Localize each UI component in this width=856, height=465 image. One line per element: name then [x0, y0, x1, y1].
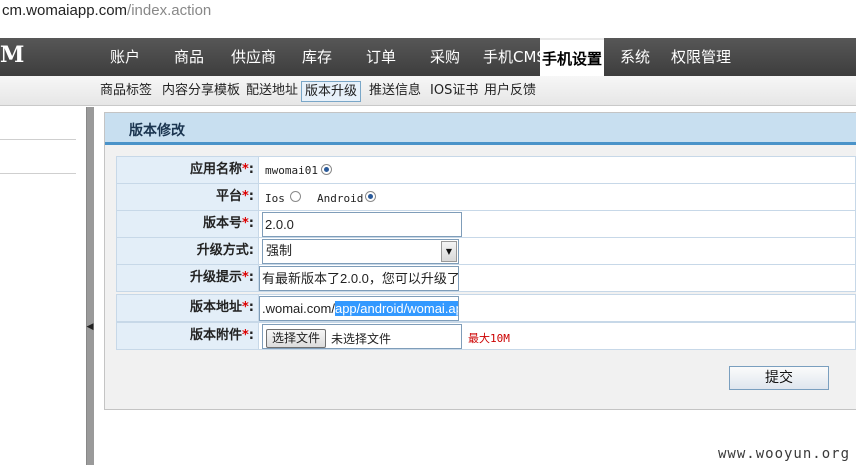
version-input[interactable]: 2.0.0 — [262, 212, 462, 237]
form-row-upgrade-tip: 升级提示*: 有最新版本了2.0.0，您可以升级了 — [116, 264, 856, 292]
top-nav: M 账户 商品 供应商 库存 订单 采购 手机CMS 手机设置 系统 权限管理 — [0, 38, 856, 76]
version-url-selected-text: app/android/womai.apk — [334, 301, 458, 316]
platform-label: 平台*: — [116, 183, 259, 211]
platform-cell: Ios Android — [259, 183, 856, 211]
sub-nav-version-upgrade[interactable]: 版本升级 — [301, 81, 362, 102]
sub-nav: 商品标签 内容分享模板 配送地址 版本升级 推送信息 IOS证书 用户反馈 — [0, 76, 856, 106]
file-picker[interactable]: 选择文件 未选择文件 — [262, 324, 462, 349]
sidebar-divider — [0, 139, 76, 140]
max-size-note: 最大10M — [468, 332, 510, 345]
logo: M — [0, 42, 26, 68]
top-nav-suppliers[interactable]: 供应商 — [231, 38, 276, 76]
collapse-left-icon[interactable]: ◀ — [86, 319, 94, 335]
upgrade-mode-label: 升级方式: — [116, 237, 259, 265]
upgrade-mode-selected: 强制 — [266, 244, 293, 259]
address-bar[interactable]: cm.womaiapp.com/index.action — [0, 0, 856, 22]
app-name-label: 应用名称*: — [116, 156, 259, 184]
panel-header: 版本修改 — [105, 113, 856, 145]
choose-file-button[interactable]: 选择文件 — [266, 329, 327, 348]
top-nav-purchasing[interactable]: 采购 — [430, 38, 460, 76]
platform-ios-label: Ios — [265, 192, 285, 205]
platform-android-label: Android — [317, 192, 364, 205]
address-path: /index.action — [127, 2, 212, 19]
attachment-cell: 选择文件 未选择文件 最大10M — [259, 322, 856, 350]
version-label: 版本号*: — [116, 210, 259, 238]
sub-nav-share-templates[interactable]: 内容分享模板 — [159, 81, 243, 102]
version-url-label: 版本地址*: — [116, 294, 259, 322]
attachment-label: 版本附件*: — [116, 322, 259, 350]
upgrade-mode-cell: 强制 ▼ — [259, 237, 856, 265]
version-cell: 2.0.0 — [259, 210, 856, 238]
version-url-input[interactable]: .womai.com/app/android/womai.apk — [259, 296, 459, 321]
app-name-cell: mwomai01 — [259, 156, 856, 184]
form-row-app-name: 应用名称*: mwomai01 — [116, 156, 856, 184]
form-row-attachment: 版本附件*: 选择文件 未选择文件 最大10M — [116, 322, 856, 350]
sidebar — [0, 107, 87, 465]
platform-android-radio[interactable] — [365, 191, 376, 202]
form-row-platform: 平台*: Ios Android — [116, 183, 856, 211]
form-row-upgrade-mode: 升级方式: 强制 ▼ — [116, 237, 856, 265]
no-file-text: 未选择文件 — [331, 332, 392, 346]
watermark: www.wooyun.org — [718, 446, 851, 462]
sub-nav-delivery-address[interactable]: 配送地址 — [243, 81, 301, 102]
upgrade-mode-select[interactable]: 强制 ▼ — [262, 239, 459, 264]
form-row-version-url: 版本地址*: .womai.com/app/android/womai.apk — [116, 294, 856, 322]
sub-nav-user-feedback[interactable]: 用户反馈 — [481, 81, 539, 102]
top-nav-accounts[interactable]: 账户 — [110, 38, 140, 76]
app-name-radio[interactable] — [321, 164, 332, 175]
form-row-version: 版本号*: 2.0.0 — [116, 210, 856, 238]
platform-ios-radio[interactable] — [290, 191, 301, 202]
address-host: cm.womaiapp.com — [2, 2, 128, 19]
sub-nav-product-tags[interactable]: 商品标签 — [97, 81, 155, 102]
version-url-cell: .womai.com/app/android/womai.apk — [259, 294, 856, 322]
upgrade-tip-label: 升级提示*: — [116, 264, 259, 292]
top-nav-inventory[interactable]: 库存 — [302, 38, 332, 76]
top-nav-system[interactable]: 系统 — [620, 38, 650, 76]
panel-title: 版本修改 — [129, 123, 185, 139]
chevron-down-icon[interactable]: ▼ — [441, 241, 457, 262]
submit-button[interactable]: 提交 — [729, 366, 829, 390]
top-nav-mobile-cms[interactable]: 手机CMS — [483, 38, 546, 76]
upgrade-tip-cell: 有最新版本了2.0.0，您可以升级了 — [259, 264, 856, 292]
top-nav-mobile-settings[interactable]: 手机设置 — [540, 38, 605, 76]
app-name-value: mwomai01 — [265, 164, 318, 177]
top-nav-products[interactable]: 商品 — [174, 38, 204, 76]
top-nav-orders[interactable]: 订单 — [366, 38, 396, 76]
version-url-text: .womai.com/ — [262, 301, 335, 316]
sub-nav-push-messages[interactable]: 推送信息 — [366, 81, 424, 102]
sidebar-divider — [0, 173, 76, 174]
sidebar-splitter[interactable] — [86, 107, 94, 465]
top-nav-permissions[interactable]: 权限管理 — [671, 38, 731, 76]
sub-nav-ios-certificate[interactable]: IOS证书 — [427, 81, 481, 102]
upgrade-tip-input[interactable]: 有最新版本了2.0.0，您可以升级了 — [259, 266, 459, 291]
